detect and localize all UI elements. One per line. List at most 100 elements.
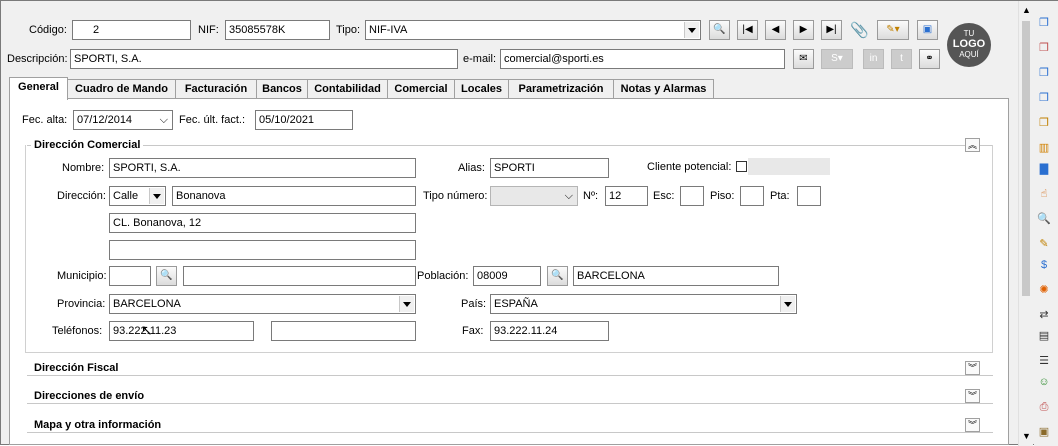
twitter-button[interactable]: t	[891, 49, 912, 69]
chevron-down-icon[interactable]: ⌵	[565, 187, 573, 205]
send-email-button[interactable]: ✉	[793, 49, 814, 69]
edit-menu-button[interactable]: ✎▾	[877, 20, 909, 40]
tipo-numero-label: Tipo número:	[423, 190, 488, 202]
print-icon[interactable]: ⎙	[1036, 399, 1052, 415]
alias-input[interactable]: SPORTI	[490, 158, 609, 178]
fec-ult-label: Fec. últ. fact.:	[179, 114, 246, 126]
tab-bancos[interactable]: Bancos	[256, 79, 308, 99]
direcciones-envio-title[interactable]: Direcciones de envío	[31, 389, 148, 403]
pta-input[interactable]	[797, 186, 821, 206]
tab-cuadro-de-mando[interactable]: Cuadro de Mando	[67, 79, 176, 99]
tipo-select[interactable]: NIF-IVA	[365, 20, 701, 40]
calle-input[interactable]: Bonanova	[172, 186, 416, 206]
chevron-down-icon[interactable]	[399, 296, 414, 312]
tab-general[interactable]: General	[9, 77, 68, 100]
tipo-numero-select[interactable]: ⌵	[490, 186, 578, 206]
envelope-icon: ✉	[799, 53, 808, 64]
municipio-code-input[interactable]	[109, 266, 151, 286]
email-input[interactable]: comercial@sporti.es	[500, 49, 785, 69]
next-record-button[interactable]: ▶	[793, 20, 814, 40]
municipio-search-button[interactable]: 🔍	[156, 266, 177, 286]
collapse-up-icon[interactable]: ︽	[965, 138, 980, 152]
telefono1-input[interactable]: 93.222.11.23	[109, 321, 254, 341]
edit-document-icon[interactable]: ✎	[1036, 236, 1052, 252]
nombre-input[interactable]: SPORTI, S.A.	[109, 158, 416, 178]
municipio-name-input[interactable]	[183, 266, 416, 286]
expand-down-icon[interactable]: ︾	[965, 418, 980, 432]
expand-down-icon[interactable]: ︾	[965, 389, 980, 403]
poblacion-label: Población:	[417, 270, 469, 282]
orders-icon[interactable]: ❐	[1036, 65, 1052, 81]
chevron-down-icon[interactable]	[684, 22, 699, 38]
documents-icon[interactable]: ❐	[1036, 15, 1052, 31]
vertical-scrollbar[interactable]: ▲ ▼	[1018, 1, 1033, 446]
chevron-down-icon[interactable]	[149, 188, 164, 204]
money-icon[interactable]: $	[1036, 257, 1052, 273]
cp-input[interactable]: 08009	[473, 266, 541, 286]
link-icon: ⚭	[925, 53, 934, 64]
cliente-potencial-checkbox[interactable]	[736, 161, 747, 172]
list-icon[interactable]: ☰	[1036, 353, 1052, 369]
tab-contabilidad[interactable]: Contabilidad	[307, 79, 388, 99]
client-window: Código: 2 NIF: 35085578K Tipo: NIF-IVA 🔍…	[0, 0, 1058, 446]
window-icon: ▣	[922, 24, 933, 35]
first-record-button[interactable]: |◀	[737, 20, 758, 40]
tab-parametrizacion[interactable]: Parametrización	[508, 79, 614, 99]
pais-select[interactable]: ESPAÑA	[490, 294, 797, 314]
poblacion-input[interactable]: BARCELONA	[573, 266, 779, 286]
previous-record-button[interactable]: ◀	[765, 20, 786, 40]
bar-chart-icon[interactable]: ▇	[1036, 161, 1052, 177]
direccion-linea3-input[interactable]	[109, 240, 416, 260]
scroll-thumb[interactable]	[1022, 21, 1030, 296]
hand-icon[interactable]: ☝	[1036, 186, 1052, 202]
piso-input[interactable]	[740, 186, 764, 206]
direccion-fiscal-title[interactable]: Dirección Fiscal	[31, 361, 122, 375]
numero-input[interactable]: 12	[605, 186, 648, 206]
chevron-down-icon[interactable]	[780, 296, 795, 312]
direccion-linea2-input[interactable]: CL. Bonanova, 12	[109, 213, 416, 233]
tab-locales[interactable]: Locales	[454, 79, 509, 99]
attach-button[interactable]: 📎	[849, 20, 870, 40]
pending-docs-icon[interactable]: ❐	[1036, 40, 1052, 56]
contact-icon[interactable]: ☺	[1036, 374, 1052, 390]
section-divider	[27, 403, 993, 404]
link-button[interactable]: ⚭	[919, 49, 940, 69]
provincia-select[interactable]: BARCELONA	[109, 294, 416, 314]
mapa-info-title[interactable]: Mapa y otra información	[31, 418, 165, 432]
last-record-button[interactable]: ▶|	[821, 20, 842, 40]
briefcase-icon[interactable]: ▣	[1036, 424, 1052, 440]
email-label: e-mail:	[463, 53, 497, 65]
fec-ult-input[interactable]: 05/10/2021	[255, 110, 353, 130]
search-record-button[interactable]: 🔍	[709, 20, 730, 40]
descripcion-input[interactable]: SPORTI, S.A.	[70, 49, 458, 69]
paperclip-icon: 📎	[850, 21, 869, 39]
codigo-input[interactable]: 2	[72, 20, 191, 40]
calendar-chevron-icon[interactable]: ⌵	[160, 111, 168, 129]
fec-alta-input[interactable]: 07/12/2014 ⌵	[73, 110, 173, 130]
section-divider	[27, 432, 993, 433]
scroll-down-icon[interactable]: ▼	[1022, 431, 1031, 441]
search-document-icon[interactable]: 🔍	[1036, 211, 1052, 227]
sun-icon[interactable]: ✺	[1036, 282, 1052, 298]
chart-icon[interactable]: ▥	[1036, 140, 1052, 156]
window-button[interactable]: ▣	[917, 20, 938, 40]
scroll-up-icon[interactable]: ▲	[1022, 5, 1031, 15]
telefono2-input[interactable]	[271, 321, 416, 341]
esc-input[interactable]	[680, 186, 704, 206]
tab-comercial[interactable]: Comercial	[387, 79, 455, 99]
transfer-icon[interactable]: ⇄	[1036, 307, 1052, 323]
skype-button[interactable]: S▾	[821, 49, 853, 69]
fax-input[interactable]: 93.222.11.24	[490, 321, 609, 341]
search-icon: 🔍	[551, 270, 564, 281]
tab-facturacion[interactable]: Facturación	[175, 79, 257, 99]
linkedin-button[interactable]: in	[863, 49, 884, 69]
delivery-notes-icon[interactable]: ❐	[1036, 90, 1052, 106]
tab-notas-alarmas[interactable]: Notas y Alarmas	[613, 79, 714, 99]
via-select[interactable]: Calle	[109, 186, 166, 206]
skype-icon: S▾	[831, 53, 843, 64]
report-icon[interactable]: ▤	[1036, 328, 1052, 344]
invoices-icon[interactable]: ❐	[1036, 115, 1052, 131]
nif-input[interactable]: 35085578K	[225, 20, 330, 40]
expand-down-icon[interactable]: ︾	[965, 361, 980, 375]
poblacion-search-button[interactable]: 🔍	[547, 266, 568, 286]
